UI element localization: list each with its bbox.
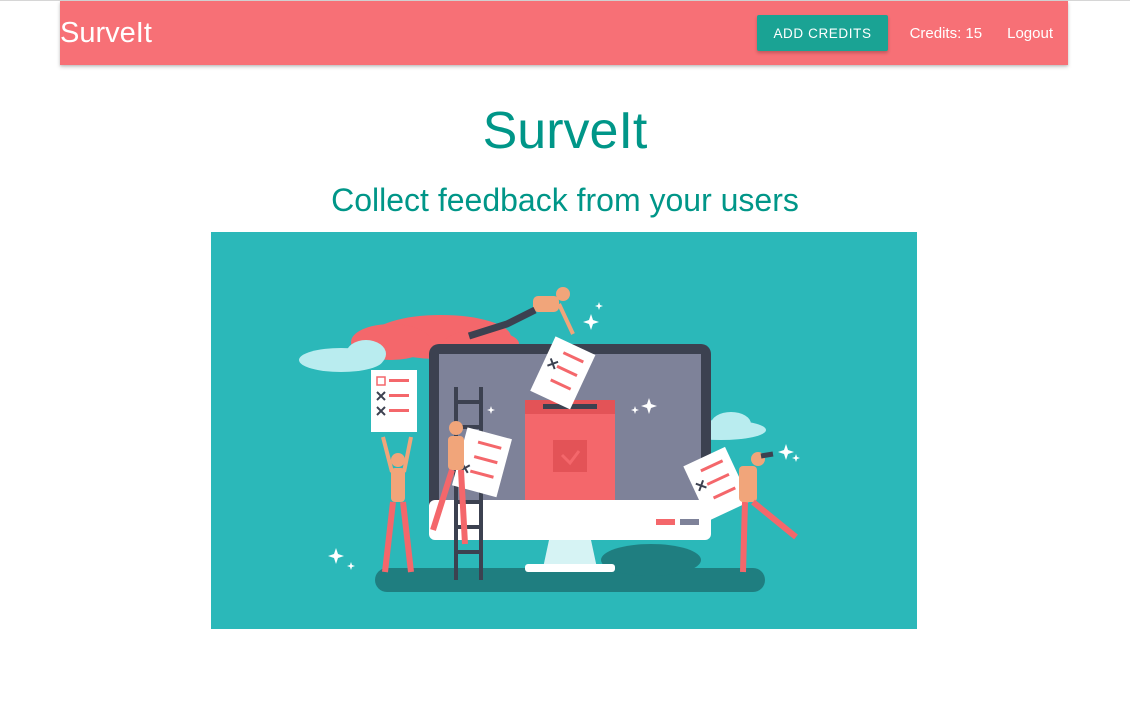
brand-logo[interactable]: SurveIt bbox=[60, 1, 152, 65]
navbar: SurveIt ADD CREDITS Credits: 15 Logout bbox=[60, 1, 1068, 65]
add-credits-button[interactable]: ADD CREDITS bbox=[757, 15, 888, 51]
nav-actions: ADD CREDITS Credits: 15 Logout bbox=[757, 1, 1053, 65]
page-title: SurveIt bbox=[482, 102, 648, 160]
logout-link[interactable]: Logout bbox=[994, 25, 1053, 42]
survey-illustration bbox=[211, 232, 917, 629]
credits-count: Credits: 15 bbox=[909, 24, 983, 42]
ballot-box-graphic bbox=[525, 400, 615, 500]
page-subtitle: Collect feedback from your users bbox=[331, 182, 799, 218]
